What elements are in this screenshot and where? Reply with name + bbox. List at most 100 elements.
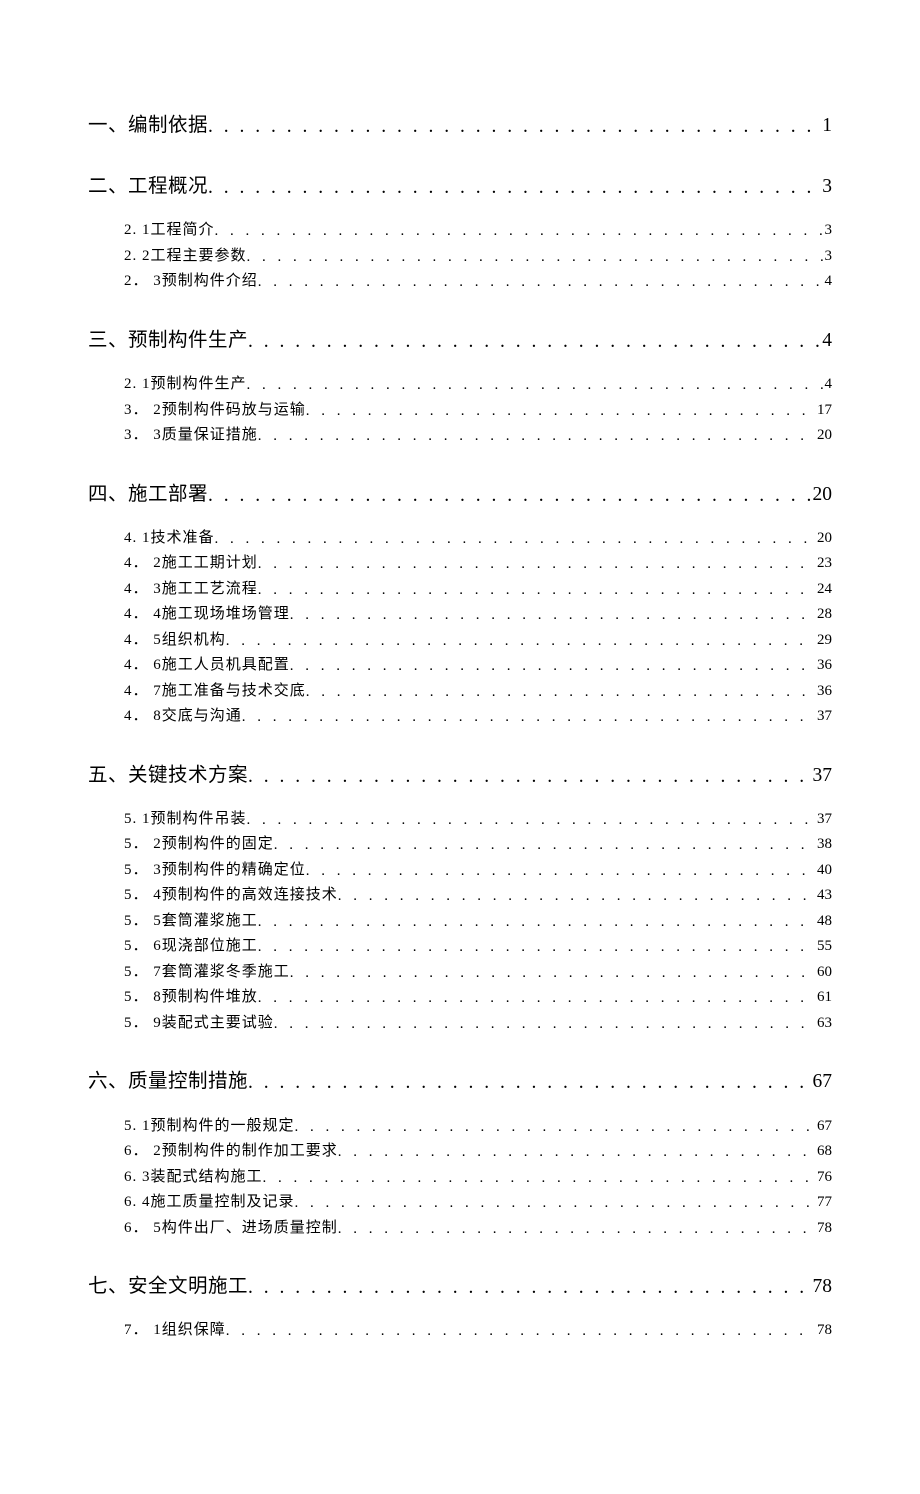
toc-h2-page: 4 [823,269,833,295]
toc-h2-title: 工程主要参数 [151,244,247,270]
toc-h1-row[interactable]: 三、预制构件生产 4 [88,325,832,356]
toc-h2-title: 预制构件堆放 [162,985,258,1011]
toc-h2-number: 6. 3 [124,1165,151,1191]
toc-h2-row[interactable]: 4． 3 施工工艺流程24 [88,577,832,603]
toc-h2-row[interactable]: 4． 6 施工人员机具配置36 [88,653,832,679]
toc-h1-row[interactable]: 四、施工部署20 [88,479,832,510]
toc-h2-number: 5. 1 [124,1114,151,1140]
toc-h2-page: 20 [815,526,832,552]
toc-h1-title: 质量控制措施 [128,1066,248,1097]
toc-h2-row[interactable]: 2. 1 工程简介3 [88,218,832,244]
toc-h2-row[interactable]: 5． 6 现浇部位施工55 [88,934,832,960]
toc-leader-dots [338,1217,815,1242]
toc-h2-title: 预制构件的高效连接技术 [162,883,338,909]
toc-h2-row[interactable]: 6. 4 施工质量控制及记录77 [88,1190,832,1216]
toc-h2-row[interactable]: 2. 1 预制构件生产4 [88,372,832,398]
toc-h1-title: 施工部署 [128,479,208,510]
toc-h2-page: 4 [823,372,833,398]
toc-leader-dots [290,654,815,679]
toc-h2-row[interactable]: 5． 5 套筒灌浆施工48 [88,909,832,935]
toc-h1-row[interactable]: 七、安全文明施工78 [88,1271,832,1302]
toc-h2-row[interactable]: 5. 1 预制构件吊装37 [88,807,832,833]
toc-h2-title: 施工准备与技术交底 [162,679,306,705]
toc-h2-page: 77 [815,1190,832,1216]
toc-h2-page: 36 [815,679,832,705]
toc-h1-row[interactable]: 五、关键技术方案37 [88,760,832,791]
toc-h1-title: 工程概况 [128,171,208,202]
toc-leader-dots [263,1166,815,1191]
toc-h2-title: 装配式主要试验 [162,1011,274,1037]
toc-h2-row[interactable]: 4. 1 技术准备20 [88,526,832,552]
toc-h2-title: 施工工期计划 [162,551,258,577]
toc-h2-row[interactable]: 5． 2 预制构件的固定38 [88,832,832,858]
toc-h2-number: 4． 3 [124,577,162,603]
toc-h1-row[interactable]: 二、工程概况3 [88,171,832,202]
toc-h2-row[interactable]: 2． 3 预制构件介绍4 [88,269,832,295]
toc-h2-number: 5. 1 [124,807,151,833]
toc-h2-title: 施工质量控制及记录 [151,1190,295,1216]
toc-h2-row[interactable]: 5． 3 预制构件的精确定位40 [88,858,832,884]
toc-h2-page: 20 [815,423,832,449]
toc-h2-page: 55 [815,934,832,960]
toc-h2-page: 63 [815,1011,832,1037]
toc-h2-page: 38 [815,832,832,858]
toc-h2-page: 43 [815,883,832,909]
toc-h2-row[interactable]: 6． 2 预制构件的制作加工要求68 [88,1139,832,1165]
toc-leader-dots [248,1067,810,1097]
toc-h2-title: 装配式结构施工 [151,1165,263,1191]
toc-h2-title: 预制构件的一般规定 [151,1114,295,1140]
toc-h2-title: 预制构件介绍 [162,269,258,295]
toc-h2-row[interactable]: 6． 5 构件出厂、进场质量控制78 [88,1216,832,1242]
toc-h2-number: 5． 6 [124,934,162,960]
toc-h2-number: 2. 2 [124,244,151,270]
toc-h1-title: 预制构件生产 [128,325,248,356]
toc-h1-page: 4 [820,325,832,356]
toc-h2-page: 29 [815,628,832,654]
toc-section: 二、工程概况32. 1 工程简介32. 2 工程主要参数32． 3 预制构件介绍… [88,171,832,295]
toc-leader-dots [248,1272,810,1302]
toc-h2-row[interactable]: 5． 9 装配式主要试验63 [88,1011,832,1037]
toc-h2-page: 61 [815,985,832,1011]
toc-leader-dots [248,326,820,356]
toc-h1-row[interactable]: 六、质量控制措施67 [88,1066,832,1097]
toc-h2-row[interactable]: 5． 8 预制构件堆放 61 [88,985,832,1011]
toc-h2-row[interactable]: 4． 2 施工工期计划23 [88,551,832,577]
toc-leader-dots [295,1115,815,1140]
toc-h2-page: 36 [815,653,832,679]
toc-leader-dots [242,705,815,730]
toc-h1-page: 20 [811,479,833,510]
toc-h2-row[interactable]: 4． 4 施工现场堆场管理28 [88,602,832,628]
toc-h2-page: 68 [815,1139,832,1165]
toc-h2-number: 5． 8 [124,985,162,1011]
toc-h2-row[interactable]: 5. 1 预制构件的一般规定67 [88,1114,832,1140]
toc-h2-title: 施工人员机具配置 [162,653,290,679]
toc-h2-page: 48 [815,909,832,935]
toc-h1-number: 一、 [88,110,128,141]
toc-h2-row[interactable]: 5． 4 预制构件的高效连接技术43 [88,883,832,909]
toc-h2-row[interactable]: 6. 3 装配式结构施工76 [88,1165,832,1191]
toc-section: 七、安全文明施工78 7． 1 组织保障78 [88,1271,832,1344]
toc-h2-number: 5． 5 [124,909,162,935]
toc-h2-number: 6． 5 [124,1216,162,1242]
toc-h2-row[interactable]: 3． 2 预制构件码放与运输17 [88,398,832,424]
toc-h2-row[interactable]: 4． 5 组织机构29 [88,628,832,654]
toc-h2-title: 组织机构 [162,628,226,654]
toc-leader-dots [258,935,815,960]
toc-h2-page: 24 [815,577,832,603]
toc-h1-page: 3 [820,171,832,202]
toc-h1-row[interactable]: 一、编制依据1 [88,110,832,141]
toc-h1-page: 78 [811,1271,833,1302]
toc-leader-dots [274,833,815,858]
toc-h2-title: 预制构件的精确定位 [162,858,306,884]
toc-h2-row[interactable]: 4． 8 交底与沟通37 [88,704,832,730]
toc-h2-row[interactable]: 4． 7 施工准备与技术交底36 [88,679,832,705]
toc-section: 四、施工部署204. 1 技术准备204． 2 施工工期计划234． 3 施工工… [88,479,832,730]
toc-leader-dots [215,527,815,552]
toc-h1-number: 三、 [88,325,128,356]
toc-h2-title: 构件出厂、进场质量控制 [162,1216,338,1242]
toc-h2-row[interactable]: 3． 3 质量保证措施20 [88,423,832,449]
toc-leader-dots [295,1191,815,1216]
toc-h2-row[interactable]: 5． 7 套筒灌浆冬季施工60 [88,960,832,986]
toc-h2-row[interactable]: 7． 1 组织保障78 [88,1318,832,1344]
toc-h2-row[interactable]: 2. 2 工程主要参数3 [88,244,832,270]
